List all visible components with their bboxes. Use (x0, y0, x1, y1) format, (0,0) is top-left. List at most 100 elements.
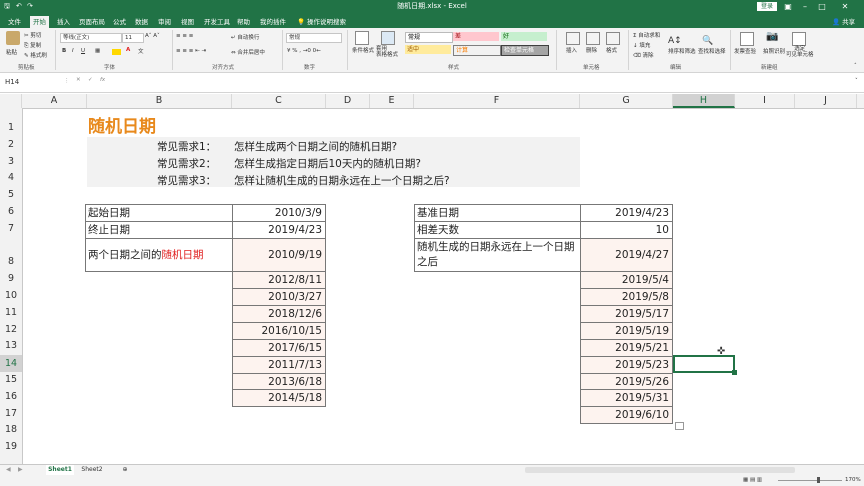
style-check-cell[interactable]: 检查单元格 (501, 45, 549, 56)
between-dates-label[interactable]: 两个日期之间的随机日期 (85, 238, 233, 272)
start-date-value[interactable]: 2010/3/9 (232, 204, 326, 222)
row-header-9[interactable]: 9 (0, 273, 22, 284)
row-header-11[interactable]: 11 (0, 307, 22, 318)
number-format-combo[interactable]: 常规 (286, 33, 342, 43)
align-top-icon[interactable]: ≡ ≡ ≡ (176, 33, 193, 39)
name-box[interactable]: H14 (2, 77, 61, 88)
fill-color-icon[interactable] (112, 49, 121, 55)
function-icon[interactable]: fx (100, 77, 105, 83)
col-header-j[interactable]: J (795, 94, 857, 108)
row-header-19[interactable]: 19 (0, 441, 22, 452)
align-left-icon[interactable]: ≡ ≡ ≡ ⇤ ⇥ (176, 48, 206, 54)
format-cells-button[interactable]: 格式 (606, 46, 617, 54)
bold-button[interactable]: B (62, 48, 66, 54)
select-all-corner[interactable] (0, 94, 22, 108)
col-header-d[interactable]: D (326, 94, 370, 108)
tab-insert[interactable]: 插入 (54, 16, 73, 28)
paste-button[interactable]: 粘贴 (6, 48, 17, 56)
random-date-cell[interactable]: 2011/7/13 (232, 356, 326, 374)
row-header-1[interactable]: 1 (0, 122, 22, 133)
font-name-combo[interactable]: 等线(正文) (60, 33, 122, 43)
clear-button[interactable]: ⌫ 清除 (633, 51, 654, 59)
expand-formula-icon[interactable]: ˅ (855, 78, 858, 84)
row-header-4[interactable]: 4 (0, 172, 22, 183)
sequential-date-cell[interactable]: 2019/5/31 (580, 389, 673, 407)
random-date-cell[interactable]: 2012/8/11 (232, 271, 326, 289)
horizontal-scrollbar[interactable] (525, 467, 795, 473)
random-date-cell[interactable]: 2017/6/15 (232, 339, 326, 357)
row-header-7[interactable]: 7 (0, 223, 22, 234)
style-good[interactable]: 好 (501, 32, 547, 41)
end-date-value[interactable]: 2019/4/23 (232, 221, 326, 239)
random-date-cell[interactable]: 2016/10/15 (232, 322, 326, 340)
end-date-label[interactable]: 终止日期 (85, 221, 233, 239)
sequential-date-cell[interactable]: 2019/5/19 (580, 322, 673, 340)
sequential-date-cell[interactable]: 2019/5/8 (580, 288, 673, 306)
phonetic-icon[interactable]: 文 (138, 47, 144, 55)
start-date-label[interactable]: 起始日期 (85, 204, 233, 222)
grow-font-icon[interactable]: A˄ A˅ (145, 33, 160, 39)
row-header-15[interactable]: 15 (0, 374, 22, 385)
ribbon-display-icon[interactable]: ▣ (782, 1, 794, 12)
share-button[interactable]: 👤 共享 (829, 16, 858, 28)
row-header-5[interactable]: 5 (0, 189, 22, 200)
maximize-icon[interactable]: □ (816, 1, 828, 12)
row-header-2[interactable]: 2 (0, 139, 22, 150)
sheet-tab-sheet2[interactable]: Sheet2 (78, 465, 106, 475)
sort-filter-button[interactable]: 排序和筛选 (668, 47, 696, 55)
merge-center-button[interactable]: ⇔ 合并后居中 (231, 48, 265, 56)
row-header-14[interactable]: 14 (0, 355, 22, 372)
close-icon[interactable]: ✕ (839, 1, 851, 12)
tab-my-plugins[interactable]: 我的插件 (257, 16, 289, 28)
next-sheet-icon[interactable]: ▶ (18, 465, 23, 475)
tell-me-search[interactable]: 操作说明搜索 (304, 16, 349, 28)
sequential-date-cell[interactable]: 2019/5/21 (580, 339, 673, 357)
table-format-icon[interactable] (381, 31, 395, 45)
add-sheet-icon[interactable]: ⊕ (119, 465, 131, 475)
style-neutral[interactable]: 适中 (405, 45, 451, 54)
minimize-icon[interactable]: – (799, 1, 811, 12)
enter-icon[interactable]: ✓ (88, 77, 93, 83)
conditional-format-icon[interactable] (355, 31, 369, 45)
copy-button[interactable]: ⎘ 复制 (24, 41, 41, 50)
prev-sheet-icon[interactable]: ◀ (6, 465, 11, 475)
sequential-date-cell[interactable]: 2019/5/17 (580, 305, 673, 323)
autosum-button[interactable]: Σ 自动求和 (633, 31, 660, 39)
row-header-3[interactable]: 3 (0, 156, 22, 167)
sequential-date-cell[interactable]: 2019/6/10 (580, 406, 673, 424)
row-header-13[interactable]: 13 (0, 340, 22, 351)
paste-icon[interactable] (6, 31, 20, 45)
base-date-label[interactable]: 基准日期 (414, 204, 581, 222)
insert-cells-button[interactable]: 插入 (566, 46, 577, 54)
col-header-f[interactable]: F (414, 94, 580, 108)
row-header-12[interactable]: 12 (0, 324, 22, 335)
row-header-8[interactable]: 8 (0, 256, 22, 267)
style-normal[interactable]: 常规 (405, 32, 453, 43)
invoice-check-button[interactable]: 发票查验 (734, 47, 756, 55)
tab-file[interactable]: 文件 (5, 16, 24, 28)
currency-icon[interactable]: ¥ % , →0 0← (287, 48, 321, 54)
sequential-date-cell[interactable]: 2019/5/4 (580, 271, 673, 289)
login-button[interactable]: 登录 (757, 2, 777, 11)
italic-button[interactable]: I (72, 48, 74, 54)
style-calculation[interactable]: 计算 (453, 45, 501, 56)
wrap-text-button[interactable]: ↵ 自动换行 (231, 33, 259, 41)
conditional-format-button[interactable]: 条件格式 (352, 46, 374, 54)
row-header-16[interactable]: 16 (0, 391, 22, 402)
day-diff-value[interactable]: 10 (580, 221, 673, 239)
col-header-i[interactable]: I (735, 94, 795, 108)
quick-analysis-icon[interactable] (675, 422, 684, 430)
tab-data[interactable]: 数据 (132, 16, 151, 28)
tab-review[interactable]: 审阅 (155, 16, 174, 28)
between-dates-value[interactable]: 2010/9/19 (232, 238, 326, 272)
fill-handle[interactable] (732, 370, 737, 375)
col-header-b[interactable]: B (87, 94, 232, 108)
cut-button[interactable]: ✂ 剪切 (24, 31, 41, 39)
formula-input[interactable] (112, 76, 852, 89)
zoom-slider-thumb[interactable] (817, 477, 820, 483)
random-date-cell[interactable]: 2010/3/27 (232, 288, 326, 306)
col-header-a[interactable]: A (22, 94, 87, 108)
after-previous-value[interactable]: 2019/4/27 (580, 238, 673, 272)
tab-view[interactable]: 视图 (178, 16, 197, 28)
view-normal-icon[interactable]: ▦ ▤ ▥ (743, 477, 762, 483)
